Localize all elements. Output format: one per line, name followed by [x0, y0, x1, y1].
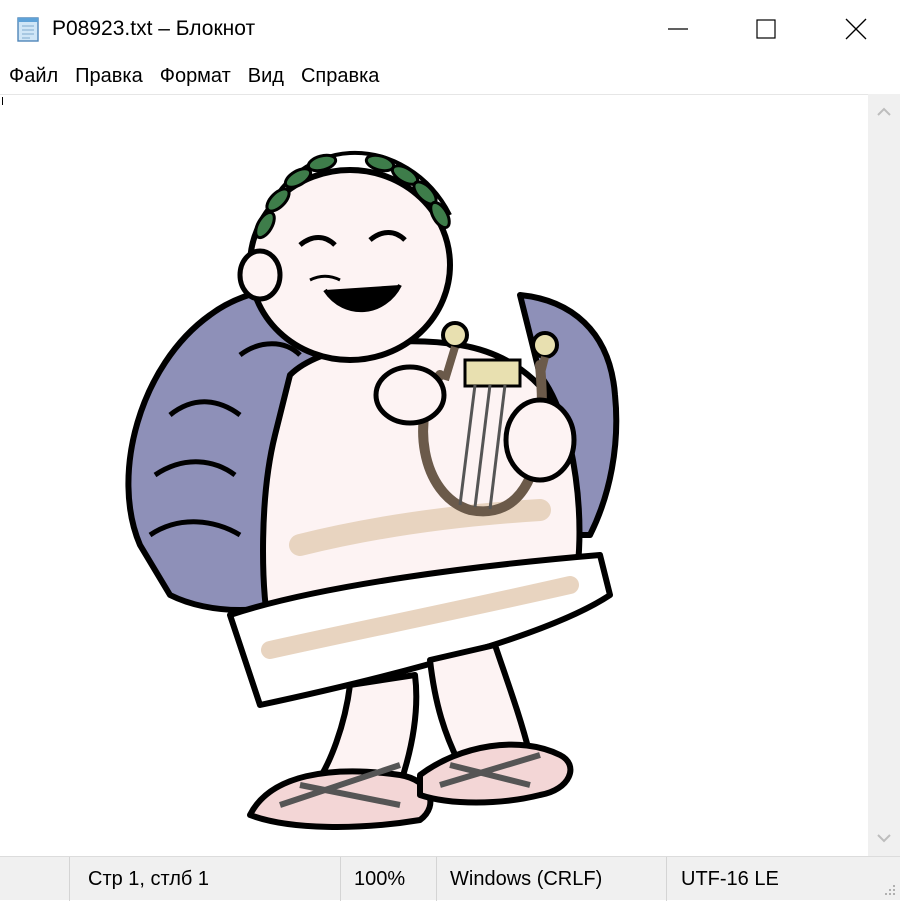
- window-title: P08923.txt – Блокнот: [52, 17, 256, 40]
- title-bar: P08923.txt – Блокнот: [0, 0, 900, 58]
- text-caret: [2, 97, 3, 105]
- vertical-scrollbar[interactable]: [868, 94, 900, 856]
- chevron-up-icon: [877, 107, 891, 116]
- minimize-icon: [668, 28, 688, 30]
- status-zoom: 100%: [354, 868, 406, 890]
- scroll-up-button[interactable]: [868, 94, 900, 130]
- chevron-down-icon: [877, 834, 891, 843]
- status-separator: [436, 857, 437, 901]
- status-separator: [69, 857, 70, 901]
- notepad-icon: [17, 17, 39, 42]
- roman-emperor-lyre-cartoon: [125, 150, 620, 830]
- maximize-button[interactable]: [720, 0, 812, 58]
- menu-help[interactable]: Справка: [292, 58, 387, 94]
- text-editor[interactable]: [0, 94, 868, 856]
- close-button[interactable]: [810, 0, 900, 58]
- status-separator: [666, 857, 667, 901]
- close-icon: [845, 18, 867, 40]
- menu-file[interactable]: Файл: [0, 58, 66, 94]
- menu-view[interactable]: Вид: [239, 58, 292, 94]
- status-line-ending: Windows (CRLF): [450, 868, 603, 890]
- resize-grip-icon[interactable]: [882, 882, 896, 896]
- scroll-down-button[interactable]: [868, 820, 900, 856]
- status-separator: [340, 857, 341, 901]
- menu-bar: Файл Правка Формат Вид Справка: [0, 58, 900, 94]
- menu-format[interactable]: Формат: [151, 58, 239, 94]
- status-bar: Стр 1, стлб 1 100% Windows (CRLF) UTF-16…: [0, 856, 900, 901]
- minimize-button[interactable]: [632, 0, 724, 58]
- menu-edit[interactable]: Правка: [66, 58, 151, 94]
- status-encoding: UTF-16 LE: [681, 868, 779, 890]
- maximize-icon: [756, 19, 776, 39]
- status-cursor-position: Стр 1, стлб 1: [88, 868, 210, 890]
